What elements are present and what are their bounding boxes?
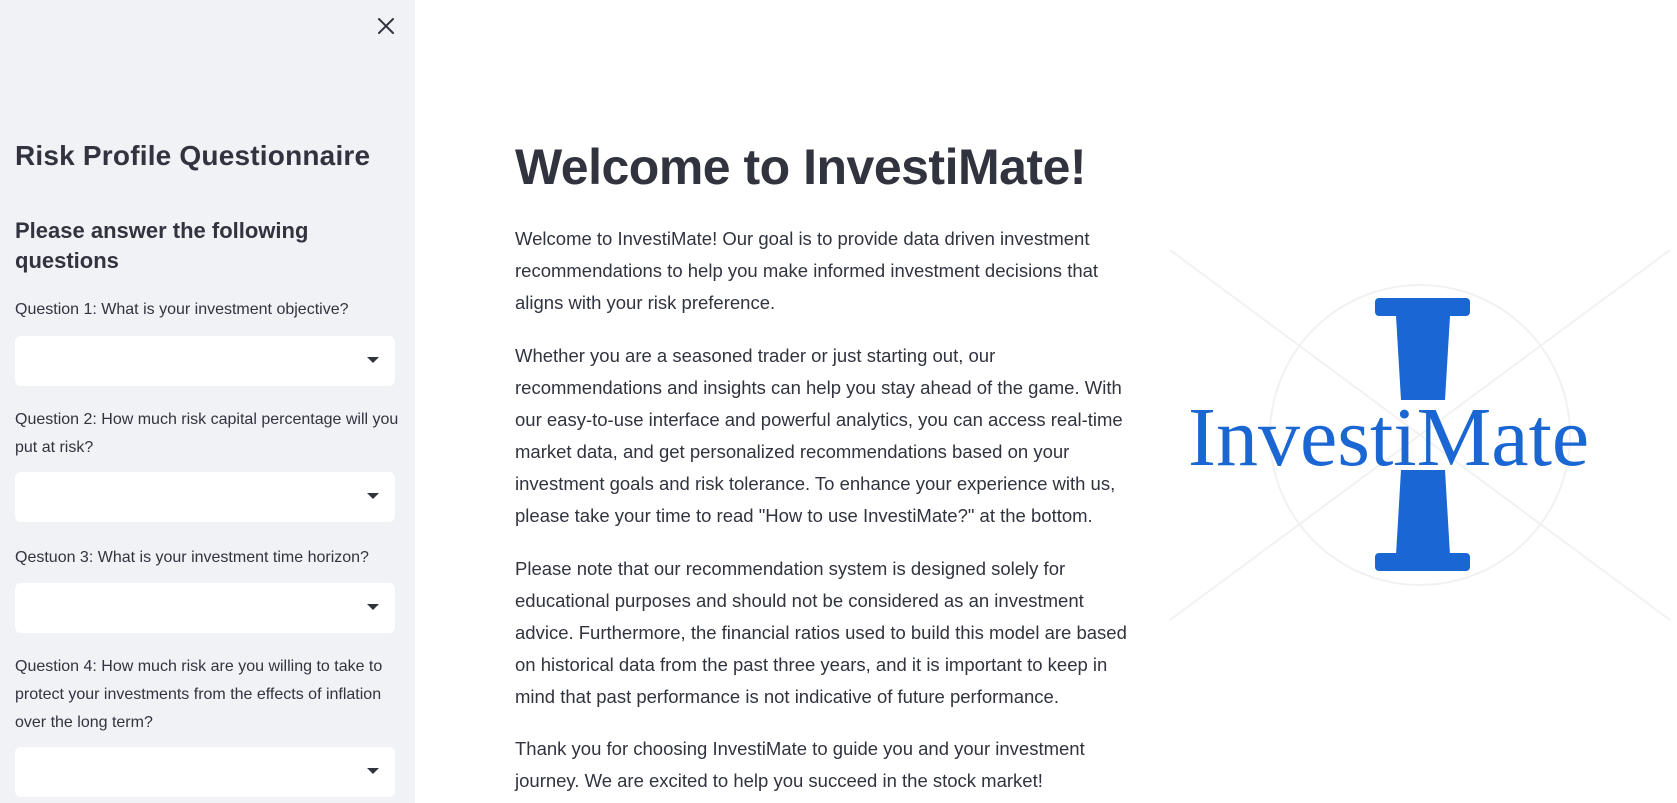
page-title: Welcome to InvestiMate! — [515, 139, 1087, 195]
close-sidebar-button[interactable] — [372, 12, 400, 40]
sidebar-subtitle: Please answer the following questions — [15, 218, 309, 273]
disclaimer-paragraph: Please note that our recommendation syst… — [515, 558, 1127, 707]
question-3-label: Qestuon 3: What is your investment time … — [15, 549, 369, 566]
investimate-logo: InvestiMate — [1169, 249, 1671, 621]
caret-down-icon — [367, 357, 379, 363]
caret-down-icon — [367, 493, 379, 499]
question-4-select[interactable] — [15, 747, 395, 797]
close-icon — [378, 18, 394, 34]
intro-paragraph: Welcome to InvestiMate! Our goal is to p… — [515, 228, 1099, 313]
question-1-label: Question 1: What is your investment obje… — [15, 301, 349, 318]
question-2-label: Question 2: How much risk capital percen… — [15, 411, 399, 456]
caret-down-icon — [367, 604, 379, 610]
sidebar-title: Risk Profile Questionnaire — [15, 140, 371, 171]
question-1-select[interactable] — [15, 336, 395, 386]
logo-text: InvestiMate — [1188, 391, 1589, 484]
sidebar: Risk Profile Questionnaire Please answer… — [0, 0, 415, 803]
app: Risk Profile Questionnaire Please answer… — [0, 0, 1677, 803]
question-3-select[interactable] — [15, 583, 395, 633]
question-4-label: Question 4: How much risk are you willin… — [15, 658, 383, 731]
logo-graphic: InvestiMate — [1169, 249, 1671, 621]
features-paragraph: Whether you are a seasoned trader or jus… — [515, 345, 1123, 526]
caret-down-icon — [367, 768, 379, 774]
question-2-select[interactable] — [15, 472, 395, 522]
thank-you-paragraph: Thank you for choosing InvestiMate to gu… — [515, 738, 1085, 791]
